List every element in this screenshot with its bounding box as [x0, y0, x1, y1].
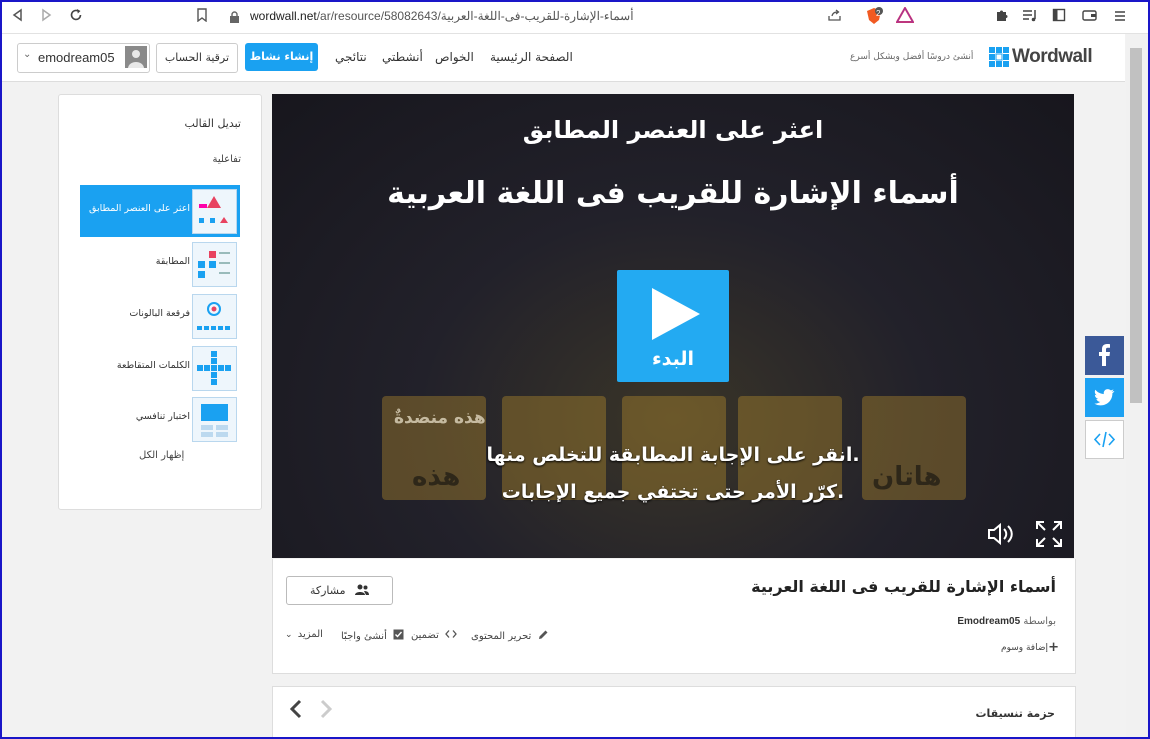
- set-assignment-label: أنشئ واجبًا: [341, 631, 387, 642]
- sidebar-item-quiz[interactable]: اختبار تنافسي: [80, 393, 240, 445]
- sidebar-item-matching[interactable]: المطابقة: [80, 238, 240, 290]
- sidebar-item-label: اعثر على العنصر المطابق: [89, 203, 190, 214]
- edit-content-action[interactable]: تحرير المحتوى: [471, 629, 549, 642]
- chevron-right-icon[interactable]: [319, 699, 333, 725]
- crossword-thumb-icon: [192, 346, 237, 391]
- volume-icon[interactable]: [986, 519, 1016, 549]
- add-tags-link[interactable]: إضافة وسوم +: [1001, 640, 1059, 655]
- sidebar-subtitle: تفاعلية: [212, 154, 241, 165]
- sidebar-panel-icon[interactable]: [1049, 7, 1069, 27]
- matching-thumb-icon: [192, 242, 237, 287]
- code-icon: [1093, 431, 1116, 448]
- page-scrollbar[interactable]: [1126, 34, 1148, 737]
- checkbox-icon: [393, 629, 404, 640]
- logo-text: Wordwall: [1012, 46, 1093, 67]
- more-label: المزيد: [297, 629, 323, 640]
- template-title: اعثر على العنصر المطابق: [522, 116, 824, 144]
- chevron-down-icon: ⌄: [23, 49, 32, 60]
- card-overlay-text: هذه منضدةٌ: [394, 408, 486, 428]
- sidebar-item-label: فرقعة البالونات: [129, 308, 190, 319]
- reading-list-icon[interactable]: [1020, 7, 1040, 27]
- url-domain: wordwall.net: [250, 9, 317, 23]
- twitter-icon: [1094, 389, 1115, 406]
- embed-share-button[interactable]: [1085, 420, 1124, 459]
- address-bar[interactable]: wordwall.net/ar/resource/58082643/أسماء-…: [250, 9, 634, 23]
- reload-icon[interactable]: [66, 7, 86, 27]
- brave-rewards-icon[interactable]: [895, 5, 915, 27]
- create-activity-button[interactable]: إنشاء نشاط: [245, 43, 318, 71]
- nav-my-activities[interactable]: أنشطتي: [382, 50, 423, 64]
- menu-icon[interactable]: [1110, 7, 1130, 27]
- instruction-line-1: انقر على الإجابة المطابقة للتخلص منها.: [486, 444, 860, 466]
- share-label: مشاركة: [309, 584, 346, 597]
- chevron-left-icon[interactable]: [289, 699, 303, 725]
- embed-code-icon: [445, 630, 457, 638]
- wordwall-logo-icon: [989, 47, 1009, 67]
- wallet-icon[interactable]: [1079, 7, 1099, 27]
- sidebar-item-find-match[interactable]: اعثر على العنصر المطابق: [80, 185, 240, 237]
- facebook-share-button[interactable]: [1085, 336, 1124, 375]
- brave-shield-icon[interactable]: 2: [864, 7, 884, 27]
- avatar: [125, 46, 147, 68]
- more-action[interactable]: ⌄ المزيد: [285, 629, 323, 640]
- game-player[interactable]: هذه منضدةٌ هذه هاتان اعثر على العنصر الم…: [272, 94, 1074, 558]
- sidebar-item-label: اختبار تنافسي: [135, 411, 190, 422]
- format-bundle-panel: حزمة تنسيقات: [272, 686, 1076, 737]
- play-icon: [652, 288, 700, 340]
- screenshot-frame: wordwall.net/ar/resource/58082643/أسماء-…: [0, 0, 1150, 739]
- twitter-share-button[interactable]: [1085, 378, 1124, 417]
- sidebar-item-label: الكلمات المتقاطعة: [116, 360, 190, 371]
- embed-label: تضمين: [411, 630, 439, 641]
- sidebar-item-crossword[interactable]: الكلمات المتقاطعة: [80, 342, 240, 394]
- sidebar-title: تبديل القالب: [184, 117, 241, 130]
- forward-arrow-icon[interactable]: [36, 7, 56, 27]
- author-name[interactable]: Emodream05: [957, 616, 1020, 627]
- extensions-icon[interactable]: [992, 7, 1012, 27]
- fullscreen-icon[interactable]: [1034, 519, 1064, 549]
- activity-info-panel: أسماء الإشارة للقريب فى اللغة العربية Em…: [272, 559, 1076, 674]
- brave-badge: 2: [876, 9, 881, 18]
- lock-icon: [229, 9, 240, 23]
- start-label: البدء: [651, 348, 695, 370]
- users-icon: [355, 584, 369, 595]
- nav-features[interactable]: الخواص: [435, 50, 474, 64]
- add-tags-label: إضافة وسوم: [1001, 643, 1048, 653]
- tagline: أنشئ دروسًا أفضل وبشكل أسرع: [850, 52, 974, 62]
- sidebar-item-balloon-pop[interactable]: فرقعة البالونات: [80, 290, 240, 342]
- user-menu[interactable]: ⌄ emodream05: [17, 43, 150, 73]
- start-button[interactable]: البدء: [617, 270, 729, 382]
- by-label: بواسطة: [1023, 616, 1056, 627]
- facebook-icon: [1099, 344, 1110, 366]
- set-assignment-action[interactable]: أنشئ واجبًا: [341, 629, 404, 642]
- username: emodream05: [38, 50, 115, 65]
- template-sidebar: تبديل القالب تفاعلية اعثر على العنصر الم…: [58, 94, 262, 510]
- instruction-line-2: كرّر الأمر حتى تختفي جميع الإجابات.: [501, 481, 845, 503]
- nav-home[interactable]: الصفحة الرئيسية: [490, 50, 573, 64]
- embed-action[interactable]: تضمين: [411, 629, 457, 641]
- nav-my-results[interactable]: نتائجي: [335, 50, 367, 64]
- edit-content-label: تحرير المحتوى: [471, 631, 532, 642]
- pencil-icon: [538, 630, 547, 639]
- activity-title: أسماء الإشارة للقريب فى اللغة العربية: [387, 176, 959, 211]
- find-match-thumb-icon: [192, 189, 237, 234]
- chevron-down-icon: ⌄: [285, 630, 293, 640]
- scrollbar-thumb[interactable]: [1130, 48, 1142, 403]
- author-line: Emodream05 بواسطة: [957, 616, 1056, 627]
- activity-info-title: أسماء الإشارة للقريب فى اللغة العربية: [751, 577, 1056, 596]
- plus-icon: +: [1048, 640, 1059, 655]
- show-all-link[interactable]: إظهار الكل: [139, 450, 184, 461]
- back-arrow-icon[interactable]: [8, 7, 28, 27]
- sidebar-item-label: المطابقة: [155, 256, 190, 267]
- bookmark-icon[interactable]: [192, 7, 212, 27]
- quiz-thumb-icon: [192, 397, 237, 442]
- balloon-pop-thumb-icon: [192, 294, 237, 339]
- upgrade-account-button[interactable]: ترقية الحساب: [156, 43, 238, 73]
- site-header: ⌄ emodream05 ترقية الحساب إنشاء نشاط نتا…: [2, 34, 1125, 82]
- url-path: /ar/resource/58082643/أسماء-الإشارة-للقر…: [316, 9, 634, 23]
- bundle-title: حزمة تنسيقات: [975, 707, 1056, 720]
- social-share-panel: [1085, 336, 1124, 459]
- share-button[interactable]: مشاركة: [286, 576, 393, 605]
- share-page-icon[interactable]: [824, 7, 844, 27]
- browser-toolbar: wordwall.net/ar/resource/58082643/أسماء-…: [2, 2, 1148, 34]
